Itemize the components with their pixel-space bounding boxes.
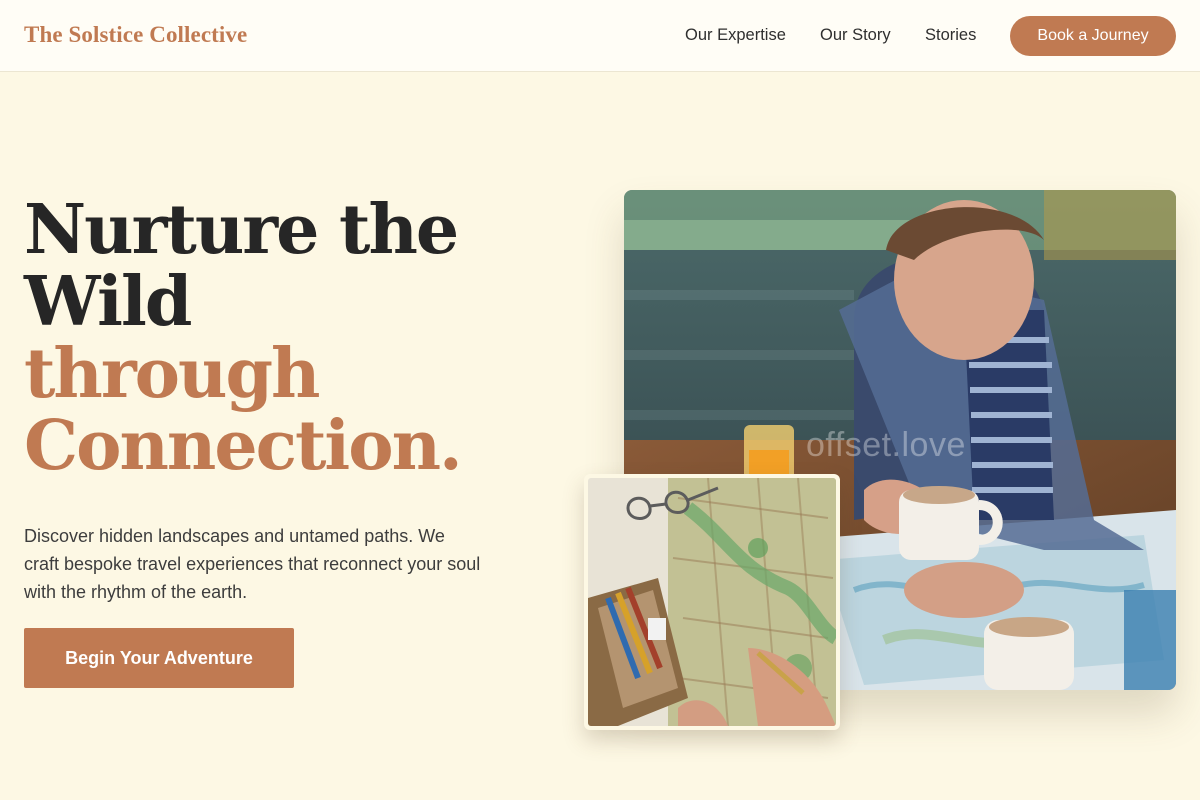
hero-headline: Nurture the Wild through Connection. <box>24 194 463 482</box>
book-journey-button[interactable]: Book a Journey <box>1010 16 1176 56</box>
headline-line-1: Nurture the <box>24 190 459 270</box>
photo-watermark: offset.love <box>806 426 966 464</box>
begin-adventure-button[interactable]: Begin Your Adventure <box>24 628 294 688</box>
nav-link-our-story[interactable]: Our Story <box>820 26 891 45</box>
hero-secondary-photo <box>584 474 840 730</box>
headline-accent-line-2: Connection. <box>24 406 463 486</box>
headline-accent-line-1: through <box>24 334 320 414</box>
map-planning-photo <box>588 478 836 726</box>
top-navigation-bar: The Solstice Collective Our Expertise Ou… <box>0 0 1200 72</box>
nav-link-our-expertise[interactable]: Our Expertise <box>685 26 786 45</box>
nav-link-stories[interactable]: Stories <box>925 26 976 45</box>
headline-line-2: Wild <box>24 262 192 342</box>
hero-intro-text: Discover hidden landscapes and untamed p… <box>24 526 481 602</box>
brand-logo-text[interactable]: The Solstice Collective <box>24 22 247 48</box>
